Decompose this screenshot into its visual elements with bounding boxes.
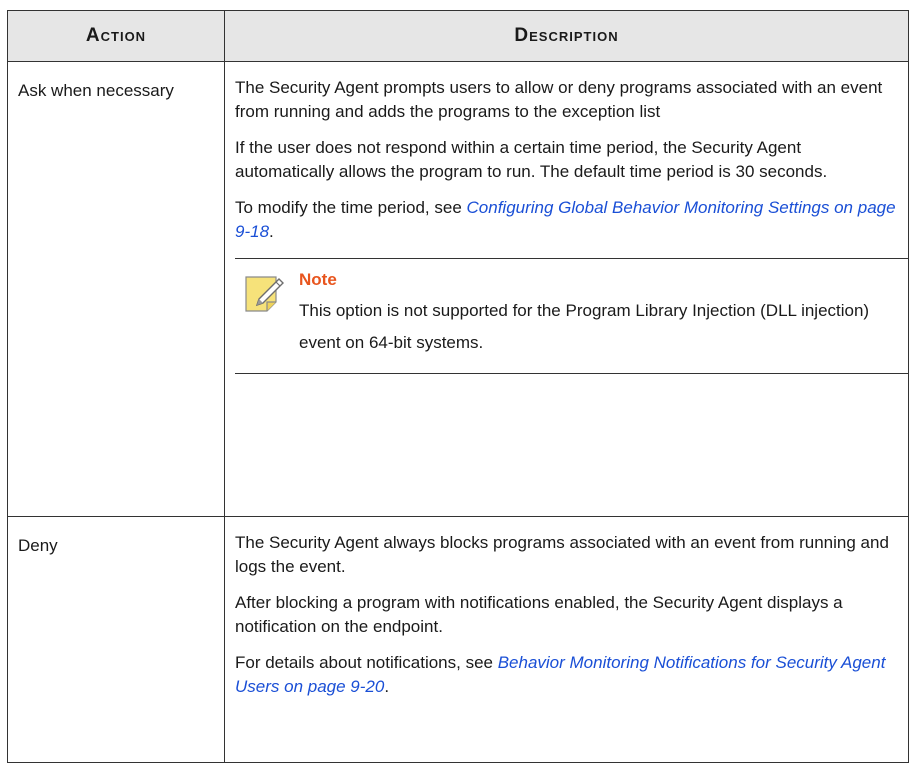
description-paragraph: The Security Agent prompts users to allo…: [235, 78, 883, 121]
note-text: This option is not supported for the Pro…: [299, 301, 870, 352]
action-description-table: Action Description Ask when necessary Th…: [7, 10, 909, 763]
column-header-action: Action: [7, 10, 225, 62]
action-cell: Ask when necessary: [7, 61, 225, 517]
paragraph-prefix: To modify the time period, see: [235, 198, 467, 217]
note-pencil-icon: [243, 271, 287, 315]
table-row: Ask when necessary The Security Agent pr…: [7, 61, 909, 517]
description-cell: The Security Agent prompts users to allo…: [224, 61, 909, 517]
table-header-row: Action Description: [7, 10, 909, 62]
table-row: Deny The Security Agent always blocks pr…: [7, 516, 909, 763]
description-paragraph: If the user does not respond within a ce…: [235, 138, 828, 181]
paragraph-suffix: .: [269, 222, 274, 241]
action-cell: Deny: [7, 516, 225, 763]
paragraph-suffix: .: [384, 677, 390, 696]
description-cell: The Security Agent always blocks program…: [224, 516, 909, 763]
description-paragraph-with-link: To modify the time period, see Configuri…: [235, 196, 898, 244]
paragraph-prefix: For details about notifications, see: [235, 653, 498, 672]
column-header-description: Description: [224, 10, 909, 62]
description-paragraph: After blocking a program with notificati…: [235, 593, 843, 636]
note-title: Note: [299, 270, 337, 289]
description-paragraph-with-link: For details about notifications, see Beh…: [235, 651, 898, 699]
note-callout: Note This option is not supported for th…: [235, 258, 908, 374]
description-paragraph: The Security Agent always blocks program…: [235, 533, 889, 576]
